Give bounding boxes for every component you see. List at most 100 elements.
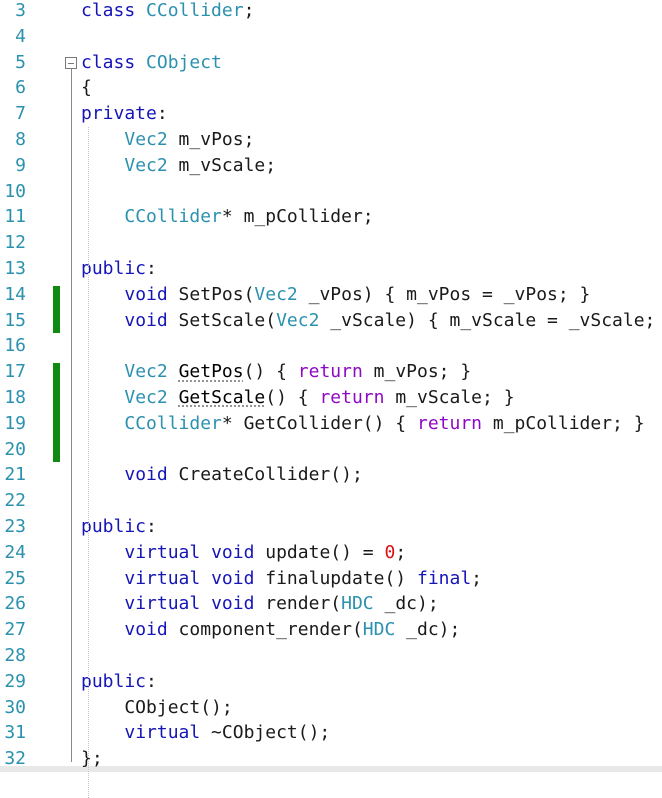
code-token: void — [124, 309, 168, 331]
line-number: 10 — [4, 180, 26, 202]
code-token: () { — [243, 361, 298, 383]
code-line[interactable]: 24 virtual void update() = 0; — [0, 540, 662, 566]
code-text: void SetPos(Vec2 _vPos) { m_vPos = _vPos… — [81, 282, 590, 308]
code-line[interactable]: 23 public: — [0, 514, 662, 540]
line-number: 26 — [4, 593, 26, 615]
code-text: virtual void update() = 0; — [81, 540, 406, 566]
code-token: virtual — [124, 722, 201, 744]
code-token: CObject(); — [81, 696, 233, 718]
code-token: CCollider — [124, 206, 222, 228]
code-line[interactable]: 5 class CObject — [0, 50, 662, 76]
code-line[interactable]: 27 void component_render(HDC _dc); — [0, 617, 662, 643]
code-token: Vec2 — [124, 361, 168, 383]
code-line[interactable]: 8 Vec2 m_vPos; — [0, 127, 662, 153]
code-line[interactable]: 22 — [0, 488, 662, 514]
code-line[interactable]: 13 public: — [0, 256, 662, 282]
code-token: class — [81, 0, 136, 21]
line-number: 29 — [4, 670, 26, 692]
code-token: SetScale( — [167, 309, 277, 331]
code-text: CCollider* GetCollider() { return m_pCol… — [81, 411, 644, 437]
code-text: private: — [81, 101, 168, 127]
code-token: () { — [265, 387, 320, 408]
code-line[interactable]: 9 Vec2 m_vScale; — [0, 153, 662, 179]
code-line[interactable]: 26 virtual void render(HDC _dc); — [0, 591, 662, 617]
code-text: public: — [81, 514, 157, 540]
code-line[interactable]: 7 private: — [0, 101, 662, 127]
code-line[interactable]: 17 Vec2 GetPos() { return m_vPos; } — [0, 359, 662, 385]
code-line[interactable]: 10 — [0, 179, 662, 205]
line-number: 5 — [15, 51, 26, 73]
code-token: { — [81, 77, 92, 99]
code-token: private — [81, 103, 157, 125]
line-number: 11 — [4, 206, 26, 228]
code-token: void — [124, 283, 168, 305]
code-token: void — [124, 619, 168, 641]
code-token: m_vScale; } — [384, 387, 515, 408]
code-line[interactable]: 12 — [0, 230, 662, 256]
code-token: render( — [254, 593, 342, 615]
code-text: Vec2 m_vScale; — [81, 153, 276, 179]
line-number: 20 — [4, 438, 26, 460]
code-line[interactable]: 32}; — [0, 746, 662, 772]
line-number: 19 — [4, 412, 26, 434]
code-line[interactable]: 4 — [0, 24, 662, 50]
code-token: m_vPos; — [167, 129, 255, 150]
line-number: 4 — [15, 25, 26, 47]
code-line[interactable]: 25 virtual void finalupdate() final; — [0, 566, 662, 592]
code-text: virtual void finalupdate() final; — [81, 566, 482, 592]
indent-guide — [88, 127, 89, 798]
line-number: 14 — [4, 283, 26, 305]
code-text: void SetScale(Vec2 _vScale) { m_vScale =… — [81, 308, 662, 334]
line-number: 30 — [4, 696, 26, 718]
code-token: : — [146, 258, 157, 279]
code-token: Vec2 — [124, 129, 168, 150]
code-token: public — [81, 258, 147, 279]
code-token: HDC — [362, 619, 396, 641]
line-number: 6 — [15, 77, 26, 99]
code-token: ~CObject(); — [200, 722, 331, 744]
line-number: 21 — [4, 464, 26, 486]
line-number: 13 — [4, 258, 26, 279]
code-line[interactable]: 31 virtual ~CObject(); — [0, 720, 662, 746]
code-token: m_vScale; — [167, 154, 277, 176]
code-line[interactable]: 30 CObject(); — [0, 695, 662, 721]
code-token: GetScale — [178, 387, 266, 408]
code-line[interactable]: 3 class CCollider; — [0, 0, 662, 24]
line-number: 3 — [15, 0, 26, 21]
code-editor[interactable]: 3 class CCollider; 4 5 class CObject 6{7 priva… — [0, 0, 662, 798]
line-number: 15 — [4, 309, 26, 331]
code-token: return — [319, 387, 385, 408]
code-line[interactable]: 16 — [0, 333, 662, 359]
code-text: CObject(); — [81, 695, 233, 721]
code-line[interactable]: 21 void CreateCollider(); — [0, 462, 662, 488]
code-line[interactable]: 28 — [0, 643, 662, 669]
code-token: Vec2 — [276, 309, 320, 331]
code-token: HDC — [341, 593, 374, 615]
code-line[interactable]: 20 — [0, 437, 662, 463]
code-token: 0 — [384, 541, 396, 563]
line-number: 18 — [4, 387, 26, 408]
code-line[interactable]: 18 Vec2 GetScale() { return m_vScale; } — [0, 385, 662, 411]
code-line[interactable]: 15 void SetScale(Vec2 _vScale) { m_vScal… — [0, 308, 662, 334]
code-line[interactable]: 19 CCollider* GetCollider() { return m_p… — [0, 411, 662, 437]
code-line[interactable]: 11 CCollider* m_pCollider; — [0, 204, 662, 230]
code-token: public — [81, 670, 147, 692]
code-token: * m_pCollider; — [221, 206, 374, 228]
code-token: Vec2 — [124, 154, 168, 176]
code-token: _vPos) { m_vPos = _vPos; } — [297, 283, 591, 305]
code-token: void — [211, 541, 255, 563]
code-token: SetPos( — [167, 283, 255, 305]
code-line[interactable]: 29 public: — [0, 669, 662, 695]
code-line[interactable]: 14 void SetPos(Vec2 _vPos) { m_vPos = _v… — [0, 282, 662, 308]
code-line[interactable]: 6{ — [0, 75, 662, 101]
change-marker — [53, 363, 60, 463]
code-token: * GetCollider() { — [221, 412, 417, 434]
code-token: : — [156, 103, 168, 125]
code-token: component_render( — [167, 619, 363, 641]
line-number: 31 — [4, 722, 26, 744]
